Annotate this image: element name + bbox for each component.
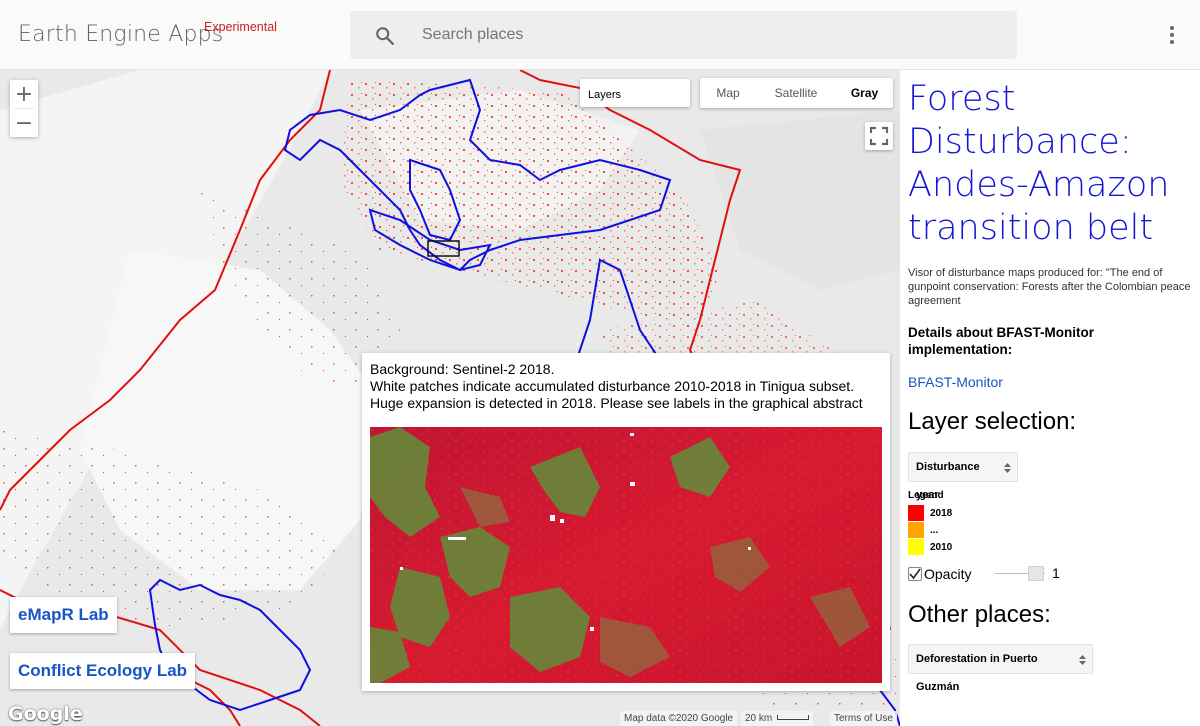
scale-bar [777, 715, 809, 720]
google-logo: Google [8, 703, 83, 725]
zoom-control: + − [10, 80, 38, 137]
info-line-background: Background: Sentinel-2 2018. [370, 361, 555, 377]
bfast-monitor-link[interactable]: BFAST-Monitor [908, 374, 1003, 390]
more-options-icon[interactable] [1162, 22, 1182, 48]
checkmark-icon [909, 568, 921, 580]
select-arrows-icon [1004, 463, 1011, 473]
layer-select[interactable]: Disturbance year [908, 452, 1018, 501]
map-attribution: Map data ©2020 Google [620, 711, 738, 726]
description-text: Visor of disturbance maps produced for: … [908, 267, 1191, 307]
app-root: Earth Engine Apps Experimental Search pl… [0, 0, 1200, 726]
map-scale[interactable]: 20 km [741, 711, 813, 726]
zoom-in-button[interactable]: + [10, 80, 38, 108]
map-type-gray-button[interactable]: Gray [836, 78, 893, 108]
opacity-checkbox[interactable] [908, 567, 922, 581]
details-heading: Details about BFAST-Monitor implementati… [908, 325, 1095, 357]
opacity-value: 1 [1052, 565, 1060, 581]
map-type-control: Map Satellite Gray [700, 78, 893, 108]
opacity-slider[interactable] [995, 565, 1045, 583]
map-view[interactable]: + − Layers Map Satellite Gray Background… [0, 70, 900, 726]
legend-title: Legend [908, 490, 944, 501]
scale-label: 20 km [745, 713, 773, 724]
map-type-satellite-button[interactable]: Satellite [756, 78, 836, 108]
app-brand[interactable]: Earth Engine Apps [18, 22, 223, 47]
legend-label: ... [930, 524, 939, 536]
sidebar-panel: Forest Disturbance: Andes-Amazon transit… [900, 70, 1200, 726]
search-box [350, 11, 1017, 59]
other-places-heading: Other places: [908, 601, 1051, 628]
info-panel-text: Background: Sentinel-2 2018. White patch… [370, 361, 863, 412]
legend-item-middle: ... [908, 522, 938, 538]
search-icon[interactable] [374, 25, 396, 47]
legend-swatch-red [908, 505, 924, 521]
sentinel-false-color-image [370, 427, 882, 683]
other-places-select-value: Deforestation in Puerto Guzmán [916, 653, 1038, 693]
legend-label: 2010 [930, 541, 953, 553]
legend-swatch-yellow [908, 539, 924, 555]
info-line-expansion: Huge expansion is detected in 2018. Plea… [370, 395, 863, 411]
select-arrows-icon [1079, 655, 1086, 665]
app-header: Earth Engine Apps Experimental [0, 0, 1200, 70]
legend-item-2018: 2018 [908, 505, 952, 521]
page-title: Forest Disturbance: Andes-Amazon transit… [908, 79, 1170, 248]
layers-button[interactable]: Layers [580, 79, 690, 107]
conflict-ecology-lab-button[interactable]: Conflict Ecology Lab [10, 653, 196, 689]
other-places-select[interactable]: Deforestation in Puerto Guzmán [908, 644, 1093, 693]
experimental-badge: Experimental [204, 20, 277, 34]
info-line-white-patches: White patches indicate accumulated distu… [370, 378, 855, 394]
legend-item-2010: 2010 [908, 539, 952, 555]
zoom-out-button[interactable]: − [10, 109, 38, 137]
terms-of-use-link[interactable]: Terms of Use [830, 711, 897, 726]
legend-label: 2018 [930, 507, 953, 519]
fullscreen-icon [869, 126, 889, 146]
slider-thumb[interactable] [1028, 566, 1044, 581]
legend-swatch-orange [908, 522, 924, 538]
search-input[interactable] [422, 11, 982, 59]
layer-selection-heading: Layer selection: [908, 408, 1077, 435]
info-panel: Background: Sentinel-2 2018. White patch… [362, 353, 890, 691]
fullscreen-button[interactable] [865, 122, 893, 150]
opacity-control: Opacity 1 [908, 565, 1060, 583]
opacity-label: Opacity [924, 566, 972, 582]
emapr-lab-button[interactable]: eMapR Lab [10, 597, 117, 633]
map-type-map-button[interactable]: Map [700, 78, 756, 108]
